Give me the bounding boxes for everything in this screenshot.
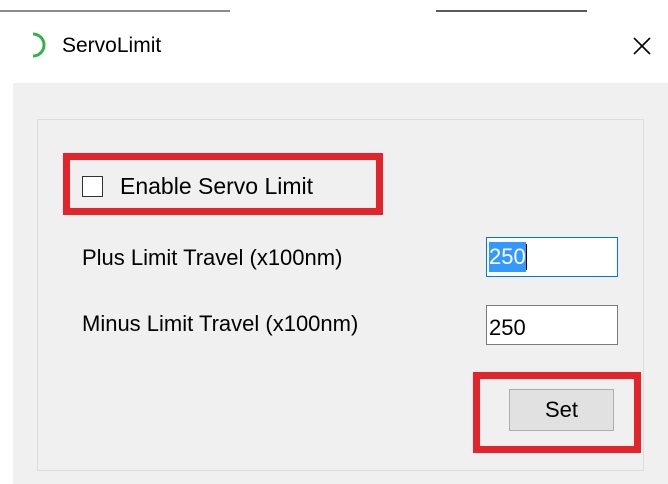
enable-servo-limit-row[interactable]: Enable Servo Limit: [70, 171, 313, 201]
plus-limit-label: Plus Limit Travel (x100nm): [82, 245, 343, 270]
spinner-arc-icon: [32, 32, 46, 58]
close-button[interactable]: [616, 22, 668, 70]
plus-limit-input[interactable]: 250: [486, 237, 618, 277]
window-title: ServoLimit: [62, 34, 162, 57]
enable-servo-limit-label: Enable Servo Limit: [120, 172, 314, 199]
plus-limit-value: 250: [489, 242, 526, 272]
set-button[interactable]: Set: [509, 389, 614, 431]
title-bar[interactable]: ServoLimit: [0, 12, 668, 82]
close-icon: [633, 37, 651, 55]
window-top-edge: [0, 0, 668, 12]
enable-servo-limit-checkbox[interactable]: [82, 175, 103, 197]
minus-limit-input[interactable]: 250: [486, 305, 618, 345]
minus-limit-value: 250: [489, 315, 526, 340]
minus-limit-label: Minus Limit Travel (x100nm): [82, 311, 359, 336]
text-caret: [525, 244, 527, 270]
servo-limit-dialog: ServoLimit Enable Servo Limit Plus Limit…: [0, 0, 668, 484]
